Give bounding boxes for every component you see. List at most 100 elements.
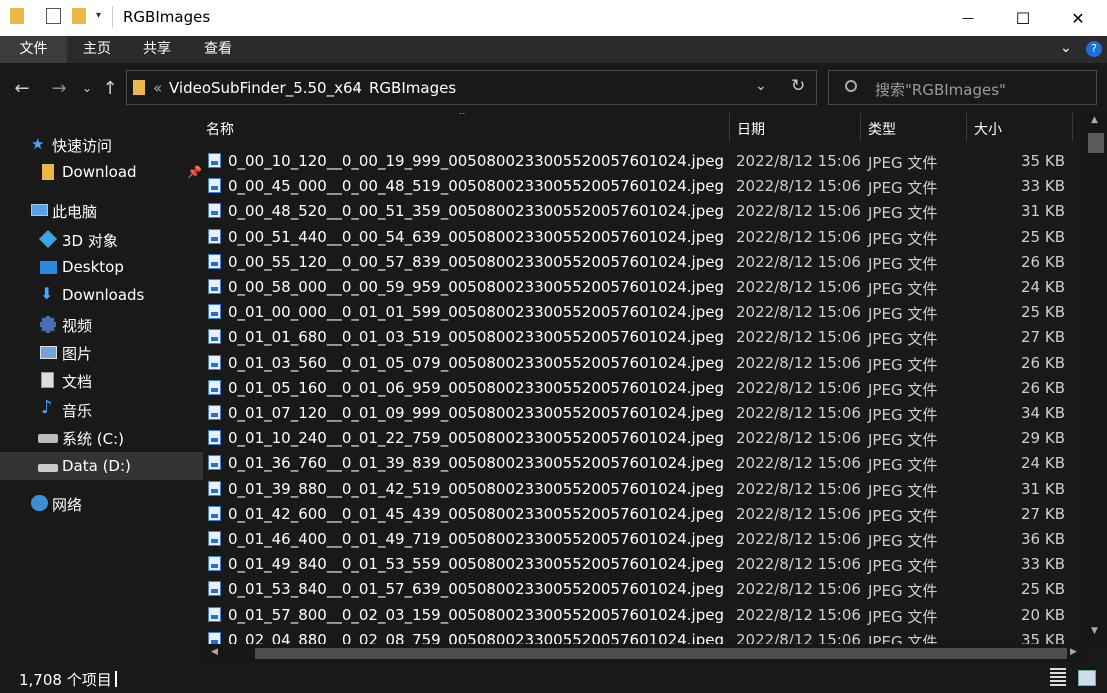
- breadcrumb-overflow[interactable]: «: [153, 79, 162, 97]
- file-row[interactable]: 0_01_42_600__0_01_45_439_005080023300552…: [203, 502, 1085, 527]
- file-row[interactable]: 0_01_36_760__0_01_39_839_005080023300552…: [203, 451, 1085, 476]
- tab-view[interactable]: 查看: [187, 36, 249, 63]
- nav-quick-access[interactable]: ★ 快速访问: [0, 130, 203, 158]
- file-row[interactable]: 0_01_07_120__0_01_09_999_005080023300552…: [203, 401, 1085, 426]
- file-row[interactable]: 0_00_58_000__0_00_59_959_005080023300552…: [203, 275, 1085, 300]
- search-box[interactable]: 搜索"RGBImages": [828, 70, 1097, 105]
- vertical-scroll-thumb[interactable]: [1088, 133, 1104, 153]
- file-list: ⌃ 名称 日期 类型 大小 0_00_10_120__0_00_19_999_0…: [203, 113, 1085, 644]
- jpeg-file-icon: [208, 606, 221, 622]
- breadcrumb-rgbimages[interactable]: RGBImages: [369, 79, 456, 97]
- tab-home[interactable]: 主页: [67, 36, 127, 63]
- file-row[interactable]: 0_01_03_560__0_01_05_079_005080023300552…: [203, 351, 1085, 376]
- file-row[interactable]: 0_01_39_880__0_01_42_519_005080023300552…: [203, 477, 1085, 502]
- jpeg-file-icon: [208, 304, 221, 320]
- star-icon: ★: [31, 135, 45, 153]
- nav-music[interactable]: ♪ 音乐: [0, 395, 203, 423]
- ribbon: 文件 主页 共享 查看 ⌄ ?: [0, 36, 1107, 63]
- nav-documents[interactable]: 文档: [0, 366, 203, 394]
- file-name: 0_02_04_880__0_02_08_759_005080023300552…: [228, 630, 724, 644]
- file-row[interactable]: 0_00_45_000__0_00_48_519_005080023300552…: [203, 174, 1085, 199]
- up-button[interactable]: ↑: [99, 77, 121, 99]
- file-name: 0_01_53_840__0_01_57_639_005080023300552…: [228, 580, 724, 599]
- nav-this-pc[interactable]: 此电脑: [0, 196, 203, 224]
- scroll-down-icon[interactable]: ▼: [1091, 626, 1098, 636]
- file-row[interactable]: 0_01_00_000__0_01_01_599_005080023300552…: [203, 300, 1085, 325]
- file-row[interactable]: 0_02_04_880__0_02_08_759_005080023300552…: [203, 628, 1085, 644]
- maximize-button[interactable]: ☐: [998, 0, 1048, 36]
- vertical-scrollbar[interactable]: ▲ ▼: [1085, 113, 1107, 644]
- nav-drive-d[interactable]: Data (D:): [0, 452, 203, 480]
- scroll-up-icon[interactable]: ▲: [1091, 115, 1098, 125]
- nav-pictures[interactable]: 图片: [0, 338, 203, 366]
- help-icon[interactable]: ?: [1086, 41, 1102, 57]
- file-row[interactable]: 0_01_57_800__0_02_03_159_005080023300552…: [203, 603, 1085, 628]
- refresh-icon[interactable]: ↻: [791, 76, 805, 96]
- forward-button[interactable]: →: [48, 77, 70, 99]
- address-dropdown-icon[interactable]: ⌄: [755, 78, 767, 94]
- column-header-size[interactable]: 大小: [967, 113, 1072, 141]
- file-row[interactable]: 0_00_51_440__0_00_54_639_005080023300552…: [203, 225, 1085, 250]
- address-bar[interactable]: « VideoSubFinder_5.50_x64 › RGBImages ⌄ …: [126, 70, 817, 105]
- tab-share[interactable]: 共享: [127, 36, 187, 63]
- nav-videos[interactable]: 视频: [0, 310, 203, 338]
- large-icons-view-icon[interactable]: [1078, 670, 1096, 686]
- address-row: ← → ⌄ ↑ « VideoSubFinder_5.50_x64 › RGBI…: [0, 63, 1107, 113]
- properties-icon[interactable]: [46, 8, 61, 24]
- file-size: 20 KB: [1021, 605, 1065, 624]
- scroll-left-icon[interactable]: ◀: [211, 647, 218, 657]
- recent-locations-button[interactable]: ⌄: [76, 77, 98, 99]
- file-type: JPEG 文件: [868, 481, 938, 500]
- status-bar: 1,708 个项目: [0, 663, 1107, 693]
- file-row[interactable]: 0_00_55_120__0_00_57_839_005080023300552…: [203, 250, 1085, 275]
- nav-desktop[interactable]: Desktop: [0, 253, 203, 281]
- breadcrumb-separator[interactable]: ›: [353, 79, 359, 97]
- jpeg-file-icon: [208, 203, 221, 219]
- customize-quick-access-icon[interactable]: ▾: [96, 10, 101, 21]
- close-button[interactable]: ✕: [1053, 0, 1103, 36]
- nav-3d-objects[interactable]: 3D 对象: [0, 225, 203, 253]
- column-header-date[interactable]: 日期: [730, 113, 860, 141]
- film-icon: [40, 316, 56, 333]
- file-row[interactable]: 0_01_53_840__0_01_57_639_005080023300552…: [203, 577, 1085, 602]
- nav-drive-c[interactable]: 系统 (C:): [0, 423, 203, 451]
- file-row[interactable]: 0_00_48_520__0_00_51_359_005080023300552…: [203, 199, 1085, 224]
- file-row[interactable]: 0_01_49_840__0_01_53_559_005080023300552…: [203, 552, 1085, 577]
- column-header-name[interactable]: 名称: [206, 113, 728, 141]
- minimize-button[interactable]: —: [943, 0, 993, 36]
- nav-label: 网络: [52, 496, 83, 514]
- jpeg-file-icon: [208, 279, 221, 294]
- details-view-icon[interactable]: [1050, 668, 1066, 688]
- file-date: 2022/8/12 15:06: [736, 605, 861, 624]
- back-button[interactable]: ←: [11, 77, 33, 99]
- tab-file[interactable]: 文件: [0, 36, 67, 63]
- scroll-right-icon[interactable]: ▶: [1070, 647, 1077, 657]
- file-row[interactable]: 0_00_10_120__0_00_19_999_005080023300552…: [203, 149, 1085, 174]
- nav-download[interactable]: Download 📌: [0, 158, 203, 186]
- file-name: 0_01_39_880__0_01_42_519_005080023300552…: [228, 479, 724, 498]
- file-type: JPEG 文件: [868, 431, 938, 450]
- column-header-type[interactable]: 类型: [861, 113, 966, 141]
- expand-ribbon-icon[interactable]: ⌄: [1060, 40, 1072, 56]
- new-folder-icon[interactable]: [72, 8, 86, 24]
- file-type: JPEG 文件: [868, 456, 938, 475]
- pin-icon: 📌: [187, 165, 202, 179]
- breadcrumb-videosubfinder[interactable]: VideoSubFinder_5.50_x64: [169, 79, 362, 97]
- file-row[interactable]: 0_01_05_160__0_01_06_959_005080023300552…: [203, 376, 1085, 401]
- file-row[interactable]: 0_01_46_400__0_01_49_719_005080023300552…: [203, 527, 1085, 552]
- jpeg-file-icon: [208, 430, 221, 446]
- file-row[interactable]: 0_01_01_680__0_01_03_519_005080023300552…: [203, 325, 1085, 350]
- file-size: 35 KB: [1021, 152, 1065, 170]
- nav-downloads[interactable]: ⬇ Downloads: [0, 281, 203, 309]
- file-row[interactable]: 0_01_10_240__0_01_22_759_005080023300552…: [203, 426, 1085, 451]
- horizontal-scrollbar[interactable]: ◀ ▶: [203, 644, 1085, 663]
- column-divider[interactable]: [1072, 113, 1073, 141]
- nav-label: Desktop: [62, 258, 124, 276]
- file-size: 36 KB: [1021, 530, 1065, 548]
- horizontal-scroll-thumb[interactable]: [255, 648, 1067, 659]
- nav-network[interactable]: 网络: [0, 489, 203, 517]
- jpeg-file-icon: [208, 631, 221, 644]
- file-type: JPEG 文件: [868, 154, 938, 172]
- music-note-icon: ♪: [41, 397, 53, 418]
- file-size: 34 KB: [1021, 404, 1065, 422]
